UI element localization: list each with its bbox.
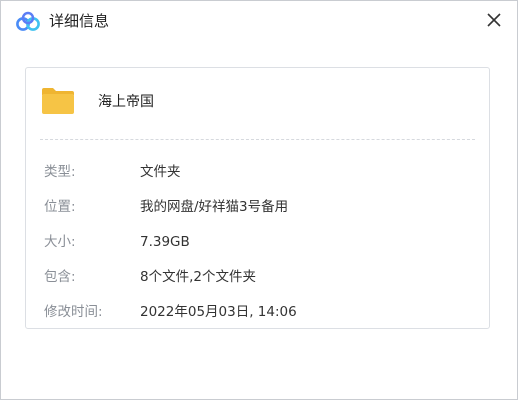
- close-button[interactable]: [479, 5, 509, 35]
- close-icon: [479, 5, 509, 35]
- detail-label: 位置:: [44, 199, 76, 215]
- detail-value: 7.39GB: [140, 234, 190, 250]
- details-panel: 海上帝国 类型: 文件夹 位置: 我的网盘/好祥猫3号备用 大小: 7.39GB…: [25, 67, 490, 329]
- detail-value: 我的网盘/好祥猫3号备用: [140, 199, 289, 215]
- detail-label: 修改时间:: [44, 304, 103, 320]
- item-name: 海上帝国: [98, 94, 154, 110]
- detail-label: 大小:: [44, 234, 76, 250]
- detail-value: 8个文件,2个文件夹: [140, 269, 256, 285]
- dialog-title: 详细信息: [49, 12, 110, 30]
- details-dialog: 详细信息 海上帝国 类型: 文件夹 位置: 我的网盘/好祥猫3号备用 大小: 7…: [0, 0, 518, 400]
- detail-label: 包含:: [44, 269, 76, 285]
- detail-value: 文件夹: [140, 164, 181, 180]
- detail-label: 类型:: [44, 164, 76, 180]
- detail-value: 2022年05月03日, 14:06: [140, 304, 297, 320]
- baidu-netdisk-cloud-icon: [15, 11, 41, 33]
- divider: [40, 139, 475, 140]
- folder-icon: [40, 86, 76, 116]
- title-bar: 详细信息: [1, 1, 517, 43]
